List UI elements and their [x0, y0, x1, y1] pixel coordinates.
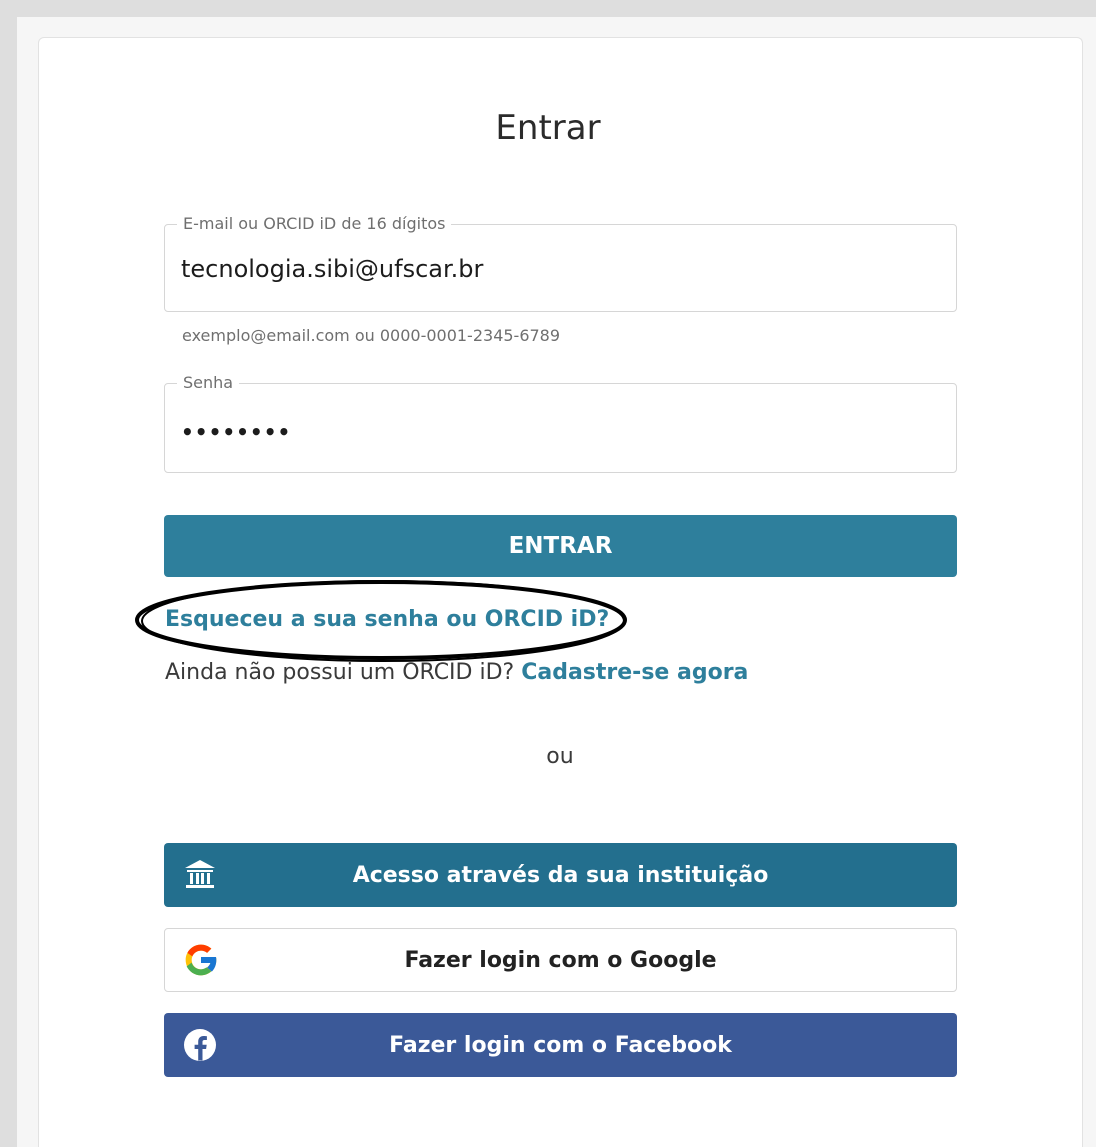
google-login-button[interactable]: Fazer login com o Google: [164, 928, 957, 992]
email-field-value[interactable]: tecnologia.sibi@ufscar.br: [181, 255, 483, 283]
institution-login-button[interactable]: Acesso através da sua instituição: [164, 843, 957, 907]
email-helper-text: exemplo@email.com ou 0000-0001-2345-6789: [182, 326, 561, 345]
facebook-icon: [178, 1023, 222, 1067]
page-title: Entrar: [495, 108, 601, 148]
google-login-label: Fazer login com o Google: [404, 947, 717, 973]
google-icon: [179, 938, 223, 982]
facebook-login-label: Fazer login com o Facebook: [389, 1032, 732, 1058]
facebook-login-button[interactable]: Fazer login com o Facebook: [164, 1013, 957, 1077]
email-field-label: E-mail ou ORCID iD de 16 dígitos: [177, 214, 452, 233]
forgot-password-link[interactable]: Esqueceu a sua senha ou ORCID iD?: [165, 607, 609, 632]
email-field[interactable]: E-mail ou ORCID iD de 16 dígitos tecnolo…: [164, 214, 957, 312]
institution-icon: [178, 853, 222, 897]
password-field-label: Senha: [177, 373, 240, 392]
submit-button[interactable]: ENTRAR: [164, 515, 957, 577]
or-divider: ou: [546, 744, 574, 769]
register-link[interactable]: Cadastre-se agora: [521, 660, 748, 685]
register-prompt: Ainda não possui um ORCID iD?: [165, 660, 515, 685]
institution-login-label: Acesso através da sua instituição: [352, 862, 769, 888]
password-field-value[interactable]: ••••••••: [181, 420, 291, 444]
password-field[interactable]: Senha ••••••••: [164, 373, 957, 473]
register-line: Ainda não possui um ORCID iD? Cadastre-s…: [165, 660, 748, 685]
